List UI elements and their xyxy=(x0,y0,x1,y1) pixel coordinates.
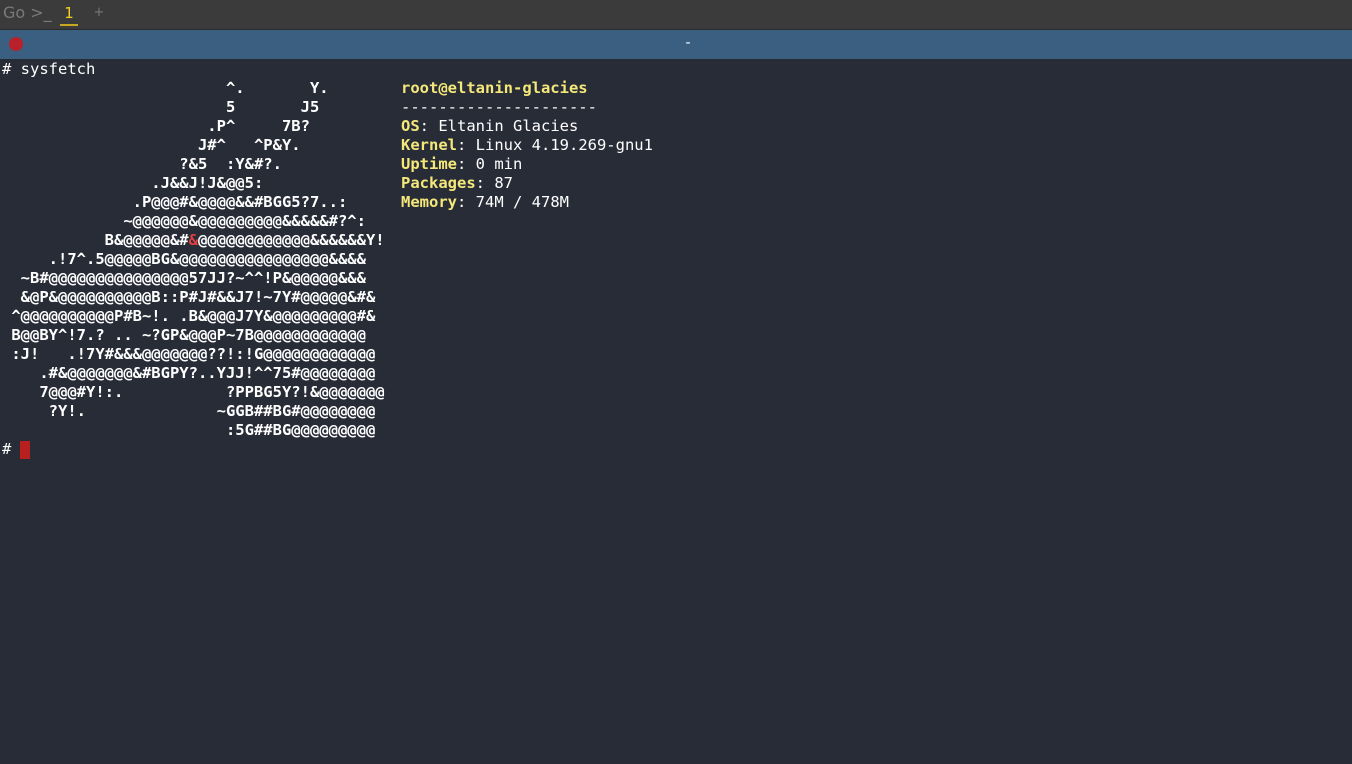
logo-line: ?&5 :Y&#?. xyxy=(2,155,282,173)
add-tab-button[interactable]: + xyxy=(92,3,106,23)
text-cursor xyxy=(20,441,30,459)
logo-line: ^. Y. xyxy=(2,79,329,97)
info-key: Uptime xyxy=(401,155,457,173)
logo-line: .!7^.5@@@@@BG&@@@@@@@@@@@@@@@@&&&& xyxy=(2,250,366,268)
logo-line: .#&@@@@@@@&#BGPY?..YJJ!^^75#@@@@@@@@ xyxy=(2,364,376,382)
logo-line: &@P&@@@@@@@@@@B::P#J#&&J7!~7Y#@@@@@&#& xyxy=(2,288,376,306)
logo-line: ~@@@@@@&@@@@@@@@@&&&&&#?^: xyxy=(2,212,366,230)
prompt-symbol: # xyxy=(2,440,12,458)
info-uptime: Uptime: 0 min xyxy=(401,155,522,174)
info-key: Memory xyxy=(401,193,457,211)
info-packages: Packages: 87 xyxy=(401,174,513,193)
tab-bar: Go >_ 1 + xyxy=(0,0,1352,30)
logo-line: ?Y!. ~GGB##BG#@@@@@@@@ xyxy=(2,402,376,420)
logo-line: :5G##BG@@@@@@@@@ xyxy=(2,421,376,439)
logo-line: J#^ ^P&Y. xyxy=(2,136,301,154)
logo-line: :J! .!7Y#&&&@@@@@@@??!:!G@@@@@@@@@@@@ xyxy=(2,345,376,363)
user-host: root@eltanin-glacies xyxy=(401,79,588,97)
logo-line: B@@BY^!7.? .. ~?GP&@@@P~7B@@@@@@@@@@@@ xyxy=(2,326,366,344)
info-memory: Memory: 74M / 478M xyxy=(401,193,569,212)
info-key: OS xyxy=(401,117,420,135)
info-value: : Eltanin Glacies xyxy=(419,117,579,135)
logo-line: .P^ 7B? xyxy=(2,117,310,135)
info-value: : 87 xyxy=(475,174,513,192)
logo-line: .P@@@#&@@@@&&#BGG5?7..: xyxy=(2,193,348,211)
logo-line: ^@@@@@@@@@@P#B~!. .B&@@@J7Y&@@@@@@@@@#& xyxy=(2,307,376,325)
logo-segment: B&@@@@@&# xyxy=(2,231,189,249)
app-name-label: Go >_ xyxy=(3,3,52,22)
info-os: OS: Eltanin Glacies xyxy=(401,117,578,136)
terminal-output[interactable]: # sysfetch ^. Y. 5 J5 .P^ 7B? J#^ ^P&Y. … xyxy=(0,59,1352,764)
info-value: : Linux 4.19.269-gnu1 xyxy=(457,136,653,154)
logo-line-highlight: B&@@@@@&#&@@@@@@@@@@@@&&&&&&Y! xyxy=(2,231,385,250)
info-kernel: Kernel: Linux 4.19.269-gnu1 xyxy=(401,136,653,155)
window-title: - xyxy=(685,35,691,51)
logo-line: 7@@@#Y!:. ?PPBG5Y?!&@@@@@@@ xyxy=(2,383,385,401)
logo-line: 5 J5 xyxy=(2,98,320,116)
logo-line: ~B#@@@@@@@@@@@@@@@57JJ?~^^!P&@@@@@&&& xyxy=(2,269,366,287)
command-line: # sysfetch xyxy=(2,60,96,78)
info-value: : 0 min xyxy=(457,155,523,173)
info-key: Kernel xyxy=(401,136,457,154)
logo-segment: @@@@@@@@@@@@&&&&&&Y! xyxy=(197,231,385,249)
close-window-button[interactable] xyxy=(9,37,23,51)
logo-highlight-char: & xyxy=(188,231,198,249)
info-separator: --------------------- xyxy=(401,98,597,116)
info-value: : 74M / 478M xyxy=(457,193,569,211)
info-key: Packages xyxy=(401,174,476,192)
tab-1[interactable]: 1 xyxy=(60,2,78,26)
logo-line: .J&&J!J&@@5: xyxy=(2,174,264,192)
